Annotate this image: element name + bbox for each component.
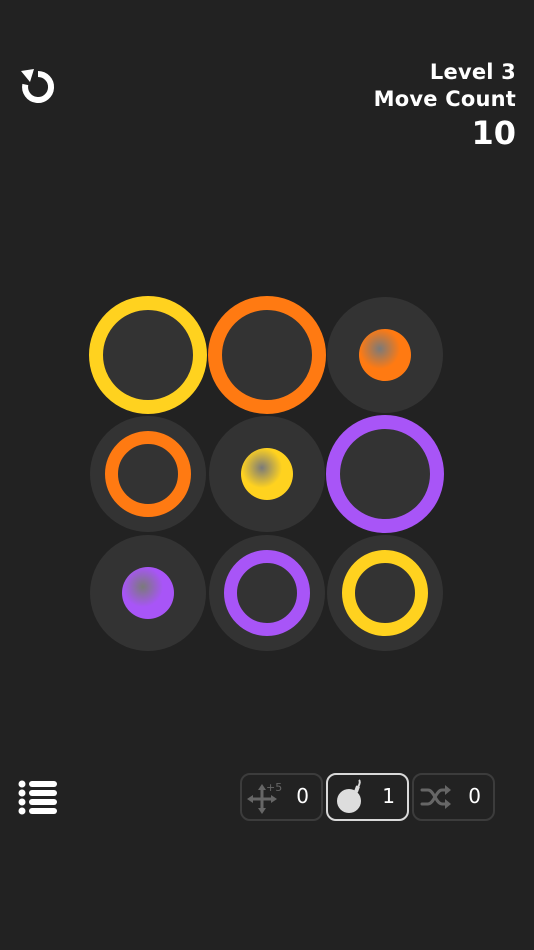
menu-list-icon[interactable] <box>18 779 58 815</box>
powerup-count: 0 <box>296 784 309 808</box>
yellow-ring-large-piece <box>89 296 207 414</box>
add-moves-icon: +5 <box>247 781 282 814</box>
orange-ring-medium-piece <box>105 431 191 517</box>
orange-ring-large-piece <box>208 296 326 414</box>
powerup-count: 1 <box>382 784 395 808</box>
board-cell-r1c1[interactable] <box>89 296 207 414</box>
board-cell-r2c3[interactable] <box>326 415 444 533</box>
board-cell-r3c3[interactable] <box>327 535 443 651</box>
shuffle-icon <box>420 785 451 809</box>
board-cell-r2c1[interactable] <box>90 416 206 532</box>
yellow-ring-medium-piece <box>342 550 428 636</box>
purple-ring-large-piece <box>326 415 444 533</box>
board-cell-r3c2[interactable] <box>209 535 325 651</box>
powerup-bomb-button[interactable]: 1 <box>326 773 409 821</box>
powerup-shuffle-button[interactable]: 0 <box>412 773 495 821</box>
orange-dot-piece <box>359 329 411 381</box>
purple-ring-medium-piece <box>224 550 310 636</box>
board-cell-r1c3[interactable] <box>327 297 443 413</box>
powerup-count: 0 <box>468 784 481 808</box>
board-cell-r3c1[interactable] <box>90 535 206 651</box>
board-cell-r1c2[interactable] <box>208 296 326 414</box>
powerup-add-moves-button[interactable]: +5 0 <box>240 773 323 821</box>
yellow-dot-piece <box>241 448 293 500</box>
add-moves-text: +5 <box>266 781 282 794</box>
purple-dot-piece <box>122 567 174 619</box>
board-cell-r2c2[interactable] <box>209 416 325 532</box>
bomb-icon <box>337 779 361 813</box>
